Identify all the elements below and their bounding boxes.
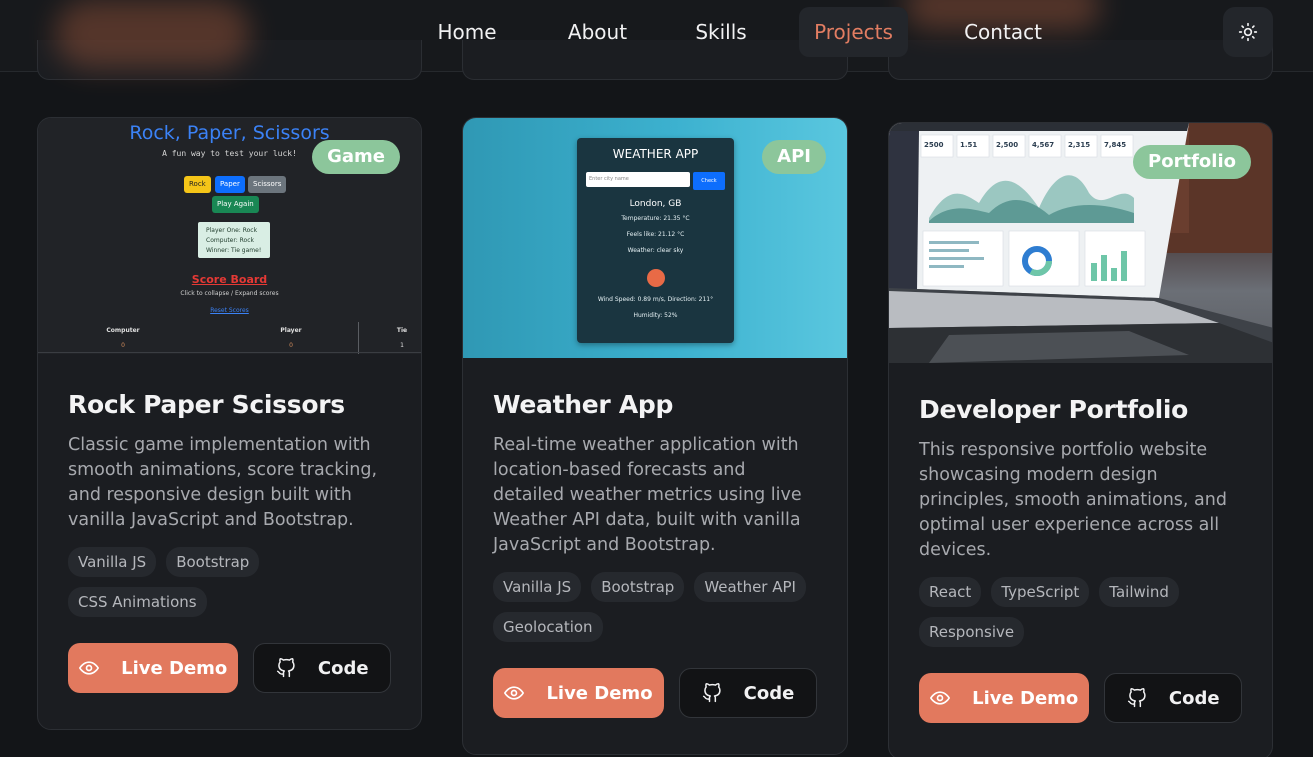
sun-icon: [1238, 22, 1258, 42]
tech-tag: Bootstrap: [591, 572, 685, 602]
preview-val-computer: 0: [121, 342, 125, 349]
previous-card-edge: [462, 40, 848, 80]
dashboard-stat: 4,567: [1032, 141, 1054, 149]
dashboard-stat: 2500: [924, 141, 944, 149]
code-label: Code: [1168, 687, 1220, 709]
category-badge: Game: [312, 140, 400, 174]
preview-weather-line: Temperature: 21.35 °C: [621, 215, 690, 222]
tech-tag: Vanilla JS: [68, 547, 157, 577]
code-label: Code: [317, 657, 369, 679]
preview-result-line: Winner: Tie game!: [206, 247, 262, 254]
preview-city-input: Enter city name: [586, 172, 690, 187]
preview-col-player: Player: [280, 327, 302, 334]
live-demo-label: Live Demo: [121, 657, 228, 679]
live-demo-button[interactable]: Live Demo: [919, 673, 1090, 723]
project-description: Classic game implementation with smooth …: [68, 435, 378, 530]
preview-rock-button: Rock: [184, 176, 211, 193]
preview-val-player: 0: [289, 342, 293, 349]
preview-score-title: Score Board: [191, 273, 268, 286]
weather-condition-icon: [647, 269, 665, 287]
eye-icon: [930, 691, 951, 705]
project-title: Developer Portfolio: [919, 395, 1189, 424]
project-card-weather-app: WEATHER APP Enter city name Check London…: [462, 117, 848, 755]
category-badge: API: [762, 140, 826, 174]
preview-search-button: Check: [693, 172, 725, 190]
preview-result-line: Computer: Rock: [206, 237, 254, 244]
project-description: This responsive portfolio website showca…: [919, 440, 1227, 560]
live-demo-label: Live Demo: [546, 682, 653, 704]
live-demo-label: Live Demo: [972, 687, 1079, 709]
preview-weather-line: Feels like: 21.12 °C: [626, 231, 685, 238]
nav-home[interactable]: Home: [422, 7, 512, 57]
live-demo-button[interactable]: Live Demo: [68, 643, 239, 693]
code-button[interactable]: Code: [253, 643, 391, 693]
project-card-developer-portfolio: 2500 1.51 2,500 4,567 2,315 7,845 Portfo…: [888, 122, 1273, 757]
code-label: Code: [743, 682, 795, 704]
tech-tag: Responsive: [919, 617, 1025, 647]
nav-projects[interactable]: Projects: [799, 7, 908, 57]
previous-card-edge: [888, 40, 1273, 80]
tech-tag: Weather API: [694, 572, 806, 602]
tech-tag: TypeScript: [991, 577, 1090, 607]
tech-tag: Vanilla JS: [493, 572, 582, 602]
github-icon: [276, 658, 295, 678]
project-preview-image: WEATHER APP Enter city name Check London…: [463, 118, 847, 358]
preview-result-line: Player One: Rock: [206, 227, 258, 234]
tech-tag: CSS Animations: [68, 587, 207, 617]
preview-val-tie: 1: [400, 342, 404, 349]
dashboard-stat: 2,315: [1068, 141, 1090, 149]
eye-icon: [504, 686, 525, 700]
github-icon: [702, 683, 721, 703]
project-card-rock-paper-scissors: Rock, Paper, Scissors A fun way to test …: [37, 117, 422, 730]
tech-tag: Bootstrap: [166, 547, 260, 577]
project-description: Real-time weather application with locat…: [493, 435, 802, 555]
preview-paper-button: Paper: [215, 176, 245, 193]
dashboard-stat: 7,845: [1104, 141, 1126, 149]
project-preview-image: Rock, Paper, Scissors A fun way to test …: [38, 118, 421, 354]
live-demo-button[interactable]: Live Demo: [493, 668, 664, 718]
preview-weather-panel: WEATHER APP Enter city name Check London…: [577, 138, 734, 343]
preview-humidity: Humidity: 52%: [633, 312, 678, 319]
tech-tags: Vanilla JS Bootstrap Weather API Geoloca…: [493, 572, 817, 652]
preview-scissors-button: Scissors: [248, 176, 287, 193]
preview-reset-link: Reset Scores: [210, 307, 249, 314]
nav-contact[interactable]: Contact: [947, 7, 1059, 57]
dashboard-stat: 2,500: [996, 141, 1018, 149]
tech-tag: Geolocation: [493, 612, 603, 642]
project-title: Weather App: [493, 390, 674, 419]
project-preview-image: 2500 1.51 2,500 4,567 2,315 7,845 Portfo…: [889, 123, 1272, 363]
code-button[interactable]: Code: [679, 668, 817, 718]
project-title: Rock Paper Scissors: [68, 390, 345, 419]
tech-tags: Vanilla JS Bootstrap CSS Animations: [68, 547, 391, 627]
tech-tag: Tailwind: [1099, 577, 1179, 607]
preview-title: WEATHER APP: [612, 147, 699, 161]
top-navbar: Home About Skills Projects Contact: [0, 0, 1313, 80]
preview-wind: Wind Speed: 0.89 m/s, Direction: 211°: [597, 296, 714, 303]
nav-about[interactable]: About: [550, 7, 645, 57]
tech-tags: React TypeScript Tailwind Responsive: [919, 577, 1242, 657]
nav-skills[interactable]: Skills: [682, 7, 760, 57]
theme-toggle-button[interactable]: [1223, 7, 1273, 57]
decorative-blur: [55, 0, 250, 68]
preview-result-box: Player One: Rock Computer: Rock Winner: …: [198, 222, 270, 258]
preview-weather-line: Weather: clear sky: [627, 247, 684, 254]
preview-col-computer: Computer: [106, 327, 140, 334]
tech-tag: React: [919, 577, 982, 607]
preview-location: London, GB: [629, 199, 682, 209]
eye-icon: [79, 661, 100, 675]
category-badge: Portfolio: [1133, 145, 1251, 179]
preview-play-again-button: Play Again: [212, 196, 259, 213]
github-icon: [1127, 688, 1146, 708]
code-button[interactable]: Code: [1104, 673, 1242, 723]
preview-score-hint: Click to collapse / Expand scores: [180, 290, 279, 297]
preview-col-tie: Tie: [396, 327, 408, 334]
dashboard-stat: 1.51: [960, 141, 977, 149]
